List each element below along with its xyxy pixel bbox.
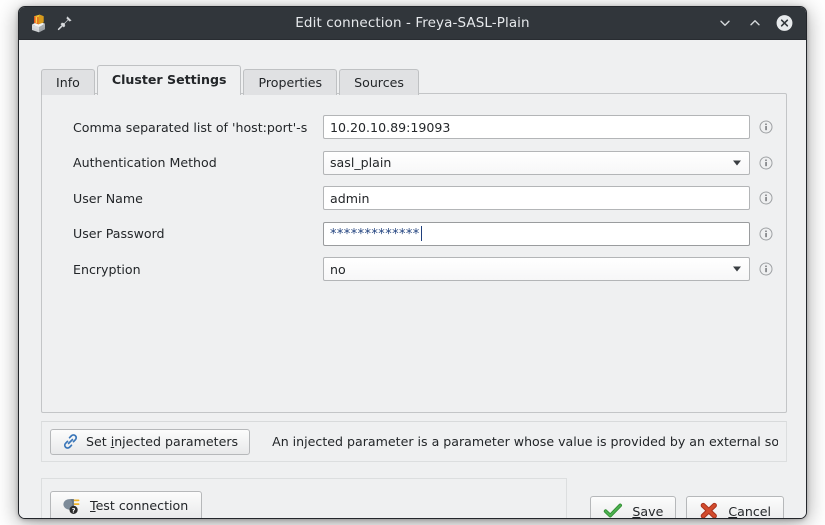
svg-text:?: ? bbox=[72, 506, 76, 514]
encryption-value: no bbox=[330, 262, 346, 277]
user-password-masked-value: ************* bbox=[330, 228, 420, 241]
chevron-down-icon bbox=[733, 267, 741, 272]
field-wrap-user-name bbox=[323, 186, 773, 210]
test-connection-label: Test connection bbox=[90, 498, 188, 513]
pin-icon[interactable] bbox=[57, 15, 73, 31]
cancel-button[interactable]: Cancel bbox=[686, 496, 784, 519]
link-chain-icon bbox=[62, 433, 79, 450]
test-connection-button[interactable]: ? Test connection bbox=[50, 491, 202, 520]
text-cursor bbox=[421, 226, 422, 241]
green-check-icon bbox=[603, 502, 623, 519]
window-titlebar: Edit connection - Freya-SASL-Plain bbox=[19, 7, 806, 40]
label-user-name: User Name bbox=[73, 191, 323, 206]
info-icon-hosts[interactable] bbox=[759, 120, 773, 134]
tab-info[interactable]: Info bbox=[41, 69, 95, 95]
cancel-label: Cancel bbox=[728, 504, 771, 519]
set-injected-parameters-button[interactable]: Set injected parameters bbox=[50, 429, 250, 455]
auth-method-value: sasl_plain bbox=[330, 155, 391, 170]
chevron-down-icon bbox=[733, 160, 741, 165]
dialog-action-buttons: Save Cancel bbox=[590, 496, 784, 519]
red-x-icon bbox=[699, 502, 719, 519]
field-wrap-auth-method: sasl_plain bbox=[323, 151, 773, 175]
injected-parameters-description: An injected parameter is a parameter who… bbox=[272, 434, 778, 449]
window-body: Info Cluster Settings Properties Sources… bbox=[19, 40, 806, 519]
edit-connection-window: Edit connection - Freya-SASL-Plain bbox=[18, 6, 807, 519]
info-icon-user-password[interactable] bbox=[759, 227, 773, 241]
label-user-password: User Password bbox=[73, 226, 323, 241]
field-wrap-user-password: ************* bbox=[323, 222, 773, 246]
encryption-select[interactable]: no bbox=[323, 257, 750, 281]
screen: Edit connection - Freya-SASL-Plain bbox=[0, 0, 825, 525]
titlebar-icon-group bbox=[19, 14, 73, 33]
injected-parameters-row: Set injected parameters An injected para… bbox=[41, 421, 787, 462]
maximize-button[interactable] bbox=[746, 15, 763, 32]
window-controls bbox=[716, 15, 806, 32]
tab-bar: Info Cluster Settings Properties Sources bbox=[41, 64, 421, 94]
auth-method-select[interactable]: sasl_plain bbox=[323, 151, 750, 175]
books-stack-icon bbox=[29, 14, 48, 33]
field-row-auth-method: Authentication Method sasl_plain bbox=[73, 151, 773, 175]
cluster-settings-form: Comma separated list of 'host:port'-s bbox=[73, 115, 773, 293]
field-wrap-encryption: no bbox=[323, 257, 773, 281]
tab-properties[interactable]: Properties bbox=[243, 69, 337, 95]
info-icon-user-name[interactable] bbox=[759, 191, 773, 205]
user-name-input[interactable] bbox=[323, 186, 750, 210]
field-row-encryption: Encryption no bbox=[73, 257, 773, 281]
field-row-hosts: Comma separated list of 'host:port'-s bbox=[73, 115, 773, 139]
field-row-user-name: User Name bbox=[73, 186, 773, 210]
set-injected-parameters-label: Set injected parameters bbox=[86, 434, 238, 449]
plug-question-icon: ? bbox=[61, 497, 81, 515]
label-encryption: Encryption bbox=[73, 262, 323, 277]
cluster-settings-panel: Comma separated list of 'host:port'-s bbox=[41, 93, 787, 413]
save-button[interactable]: Save bbox=[590, 496, 676, 519]
save-label: Save bbox=[632, 504, 663, 519]
close-button[interactable] bbox=[776, 15, 793, 32]
label-hosts: Comma separated list of 'host:port'-s bbox=[73, 120, 323, 135]
tab-cluster-settings[interactable]: Cluster Settings bbox=[97, 65, 242, 95]
info-icon-auth-method[interactable] bbox=[759, 156, 773, 170]
minimize-button[interactable] bbox=[716, 15, 733, 32]
test-connection-group: ? Test connection bbox=[41, 478, 567, 519]
field-row-user-password: User Password ************* bbox=[73, 222, 773, 246]
tab-sources[interactable]: Sources bbox=[339, 69, 419, 95]
label-auth-method: Authentication Method bbox=[73, 155, 323, 170]
field-wrap-hosts bbox=[323, 115, 773, 139]
info-icon-encryption[interactable] bbox=[759, 262, 773, 276]
user-password-input[interactable]: ************* bbox=[323, 222, 750, 246]
window-title: Edit connection - Freya-SASL-Plain bbox=[19, 15, 806, 31]
hosts-input[interactable] bbox=[323, 115, 750, 139]
